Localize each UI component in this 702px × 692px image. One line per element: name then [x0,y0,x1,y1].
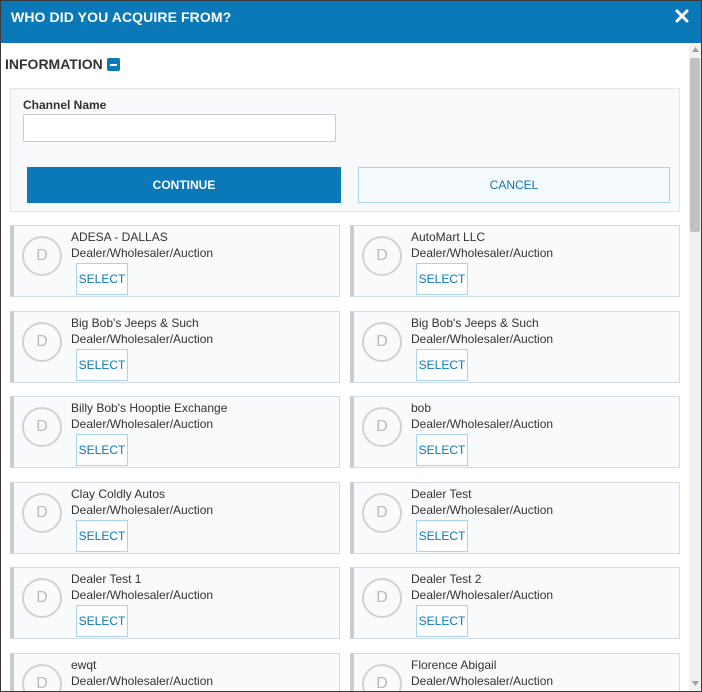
channel-type: Dealer/Wholesaler/Auction [71,331,214,346]
select-button[interactable]: SELECT [76,348,128,381]
channel-card: D Dealer Test 2 Dealer/Wholesaler/Auction S… [350,567,680,639]
select-button[interactable]: SELECT [76,263,128,295]
channel-card: D Big Bob's Jeeps & Such Dealer/Wholesaler… [10,310,340,383]
select-button[interactable]: SELECT [416,605,468,637]
channel-name: Dealer Test [411,486,472,501]
channel-card: D ADESA - DALLAS Dealer/Wholesaler/Auction… [10,225,340,297]
channel-name: Big Bob's Jeeps & Such [71,315,199,330]
channel-name: bob [411,401,432,415]
scrollbar[interactable] [689,43,701,691]
select-button[interactable]: SELECT [416,519,468,552]
dialog-title: WHO DID YOU ACQUIRE FROM? [11,9,232,25]
channel-name: Big Bob's Jeeps & Such [411,315,539,330]
select-button[interactable]: SELECT [416,263,468,295]
dialog-body: INFORMATION Channel Name CONTINUE CANCEL… [1,43,689,691]
channel-name: ADESA - DALLAS [71,230,168,244]
channel-name: Florence Abigail [411,657,497,672]
select-button[interactable]: SELECT [76,605,128,637]
information-section-header: INFORMATION [5,55,120,73]
avatar: D [362,578,402,618]
scroll-up-icon[interactable] [692,47,699,52]
channel-name-label: Channel Name [23,98,107,112]
scrollbar-thumb[interactable] [690,58,700,232]
channel-card: DewqtDealer/Wholesaler/Auction SELECT [10,652,340,691]
channel-name: Dealer Test 1 [71,572,142,586]
select-button[interactable]: SELECT [416,348,468,381]
select-button[interactable]: SELECT [416,434,468,466]
avatar: D [22,578,62,618]
channel-name: Billy Bob's Hooptie Exchange [71,401,228,415]
collapse-minus-icon[interactable] [106,57,120,71]
channel-name: ewqt [71,657,97,672]
avatar: D [362,321,402,362]
channel-type: Dealer/Wholesaler/Auction [411,673,554,688]
avatar: D [362,407,402,447]
select-button[interactable]: SELECT [416,690,468,691]
channel-card: D AutoMart LLC Dealer/Wholesaler/Auction SE… [350,225,680,297]
channel-card: D Billy Bob's Hooptie Exchange Dealer/Whol… [10,396,340,468]
information-form: Channel Name CONTINUE CANCEL [10,88,680,212]
avatar: D [362,492,402,533]
channel-type: Dealer/Wholesaler/Auction [71,502,214,517]
avatar: D [362,236,402,276]
channel-type: Dealer/Wholesaler/Auction [411,588,554,602]
select-button[interactable]: SELECT [76,690,128,691]
avatar: D [22,321,62,362]
channel-name: AutoMart LLC [411,230,486,244]
close-icon[interactable] [675,9,689,23]
channel-name-input[interactable] [23,114,336,142]
channel-card: D Dealer Test 1 Dealer/Wholesaler/Auction S… [10,567,340,639]
scroll-down-icon[interactable] [692,681,699,686]
channel-type: Dealer/Wholesaler/Auction [71,417,214,431]
cancel-button[interactable]: CANCEL [358,167,670,203]
channel-type: Dealer/Wholesaler/Auction [411,246,554,260]
channel-card: D Dealer Test Dealer/Wholesaler/Auction SEL… [350,481,680,554]
avatar: D [22,492,62,533]
channel-type: Dealer/Wholesaler/Auction [71,588,214,602]
channel-card: D Clay Coldly Autos Dealer/Wholesaler/Auct… [10,481,340,554]
channel-type: Dealer/Wholesaler/Auction [411,417,554,431]
channel-card: Dbob Dealer/Wholesaler/Auction SELECT [350,396,680,468]
channel-name: Dealer Test 2 [411,572,482,586]
select-button[interactable]: SELECT [76,434,128,466]
avatar: D [22,407,62,447]
channel-card: D Big Bob's Jeeps & Such Dealer/Wholesaler… [350,310,680,383]
channel-card: D Florence Abigail Dealer/Wholesaler/Aucti… [350,652,680,691]
channel-type: Dealer/Wholesaler/Auction [71,673,214,688]
channel-type: Dealer/Wholesaler/Auction [411,502,554,517]
avatar: D [22,236,62,276]
channel-name: Clay Coldly Autos [71,486,166,501]
information-heading: INFORMATION [5,56,103,72]
channel-type: Dealer/Wholesaler/Auction [71,246,214,260]
channel-type: Dealer/Wholesaler/Auction [411,331,554,346]
select-button[interactable]: SELECT [76,519,128,552]
continue-button[interactable]: CONTINUE [27,167,341,203]
dialog-header: WHO DID YOU ACQUIRE FROM? [1,1,701,43]
acquire-from-dialog: WHO DID YOU ACQUIRE FROM? INFORMATION Ch… [0,0,702,692]
avatar: D [362,663,402,691]
avatar: D [22,663,62,691]
